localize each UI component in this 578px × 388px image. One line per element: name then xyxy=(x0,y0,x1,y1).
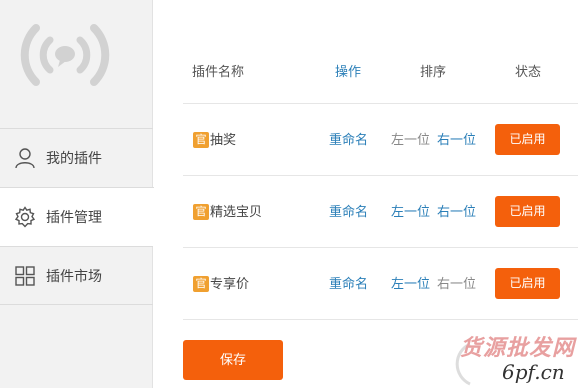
watermark-domain: 6pf.cn xyxy=(502,360,565,384)
watermark-logo: 货源批发网 6pf.cn xyxy=(440,330,578,388)
move-left-link[interactable]: 左一位 xyxy=(391,204,430,220)
signal-broadcast-icon xyxy=(20,20,110,90)
table-divider xyxy=(183,319,578,320)
official-badge: 官 xyxy=(193,132,209,148)
table-header: 插件名称 操作 排序 状态 xyxy=(183,61,578,81)
move-right-link[interactable]: 右一位 xyxy=(437,276,476,292)
sidebar-item-my-plugins[interactable]: 我的插件 xyxy=(0,128,153,187)
status-enabled-button[interactable]: 已启用 xyxy=(495,196,560,227)
gear-icon xyxy=(14,206,36,228)
sidebar-item-label: 插件管理 xyxy=(46,209,102,225)
plugin-name: 精选宝贝 xyxy=(210,204,263,219)
save-button[interactable]: 保存 xyxy=(183,340,283,380)
sidebar: 我的插件 插件管理 插件市场 xyxy=(0,0,154,388)
plugin-name: 专享价 xyxy=(210,276,250,291)
table-row: 官 精选宝贝 重命名 左一位 右一位 已启用 xyxy=(183,175,578,247)
status-enabled-button[interactable]: 已启用 xyxy=(495,124,560,155)
table-row: 官 专享价 重命名 左一位 右一位 已启用 xyxy=(183,247,578,319)
sidebar-item-plugin-management[interactable]: 插件管理 xyxy=(0,187,154,246)
header-operation: 操作 xyxy=(335,64,362,79)
move-left-link[interactable]: 左一位 xyxy=(391,132,430,148)
rename-link[interactable]: 重命名 xyxy=(329,204,368,220)
header-status: 状态 xyxy=(515,64,542,79)
move-left-link[interactable]: 左一位 xyxy=(391,276,430,292)
plugin-name: 抽奖 xyxy=(210,132,237,147)
sidebar-item-label: 我的插件 xyxy=(46,150,102,166)
rename-link[interactable]: 重命名 xyxy=(329,132,368,148)
grid-icon xyxy=(14,265,36,287)
official-badge: 官 xyxy=(193,276,209,292)
header-plugin-name: 插件名称 xyxy=(192,64,245,79)
move-right-link[interactable]: 右一位 xyxy=(437,204,476,220)
watermark-text: 货源批发网 xyxy=(460,335,576,360)
move-right-link[interactable]: 右一位 xyxy=(437,132,476,148)
status-enabled-button[interactable]: 已启用 xyxy=(495,268,560,299)
table-row: 官 抽奖 重命名 左一位 右一位 已启用 xyxy=(183,103,578,175)
rename-link[interactable]: 重命名 xyxy=(329,276,368,292)
official-badge: 官 xyxy=(193,204,209,220)
user-icon xyxy=(14,147,36,169)
header-sort: 排序 xyxy=(420,64,447,79)
sidebar-item-plugin-market[interactable]: 插件市场 xyxy=(0,246,153,305)
sidebar-nav: 我的插件 插件管理 插件市场 xyxy=(0,128,154,305)
sidebar-item-label: 插件市场 xyxy=(46,267,102,284)
